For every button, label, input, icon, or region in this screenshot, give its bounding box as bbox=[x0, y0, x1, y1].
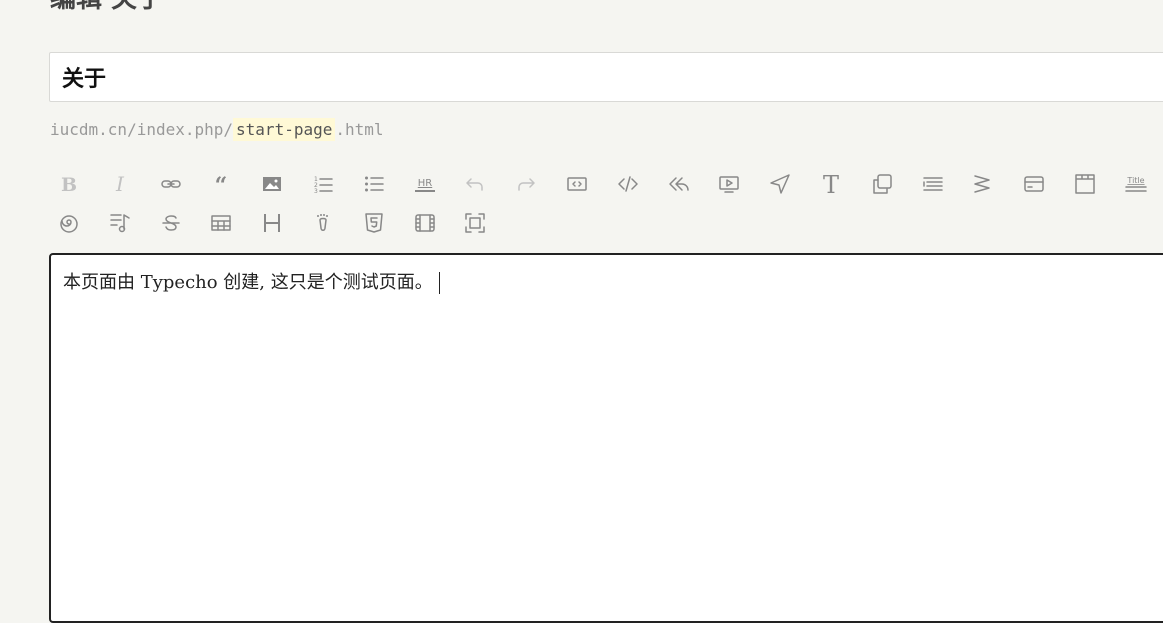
svg-text:T: T bbox=[823, 173, 839, 195]
footprint-button[interactable] bbox=[304, 207, 342, 239]
toolbar-row-2 bbox=[50, 207, 507, 239]
text-icon: T bbox=[820, 173, 842, 195]
editor-text: 本页面由 Typecho 创建, 这只是个测试页面。 bbox=[63, 272, 433, 293]
undo-icon bbox=[464, 173, 486, 195]
tabs-button[interactable] bbox=[1066, 168, 1104, 200]
tabs-icon bbox=[1074, 173, 1096, 195]
image-icon bbox=[261, 173, 283, 195]
table-icon bbox=[210, 212, 232, 234]
editor-content[interactable]: 本页面由 Typecho 创建, 这只是个测试页面。 bbox=[63, 268, 440, 294]
align-left-button[interactable] bbox=[914, 168, 952, 200]
permalink-prefix: iucdm.cn/index.php/ bbox=[50, 120, 234, 139]
heading-button[interactable] bbox=[253, 207, 291, 239]
html5-icon bbox=[363, 212, 385, 234]
svg-text:Title: Title bbox=[1126, 176, 1144, 185]
music-button[interactable] bbox=[101, 207, 139, 239]
footprint-icon bbox=[312, 212, 334, 234]
redo-icon bbox=[515, 173, 537, 195]
strikethrough-button[interactable] bbox=[152, 207, 190, 239]
ordered-list-icon: 123 bbox=[312, 173, 334, 195]
collapse-button[interactable] bbox=[964, 168, 1002, 200]
ordered-list-button[interactable]: 123 bbox=[304, 168, 342, 200]
reply-all-button[interactable] bbox=[660, 168, 698, 200]
align-left-icon bbox=[922, 173, 944, 195]
code-block-button[interactable] bbox=[558, 168, 596, 200]
page-title: 编辑 关于 bbox=[50, 0, 163, 15]
code-block-icon bbox=[566, 173, 588, 195]
video-button[interactable] bbox=[710, 168, 748, 200]
video-icon bbox=[718, 173, 740, 195]
title-button[interactable]: Title bbox=[1117, 168, 1155, 200]
table-button[interactable] bbox=[202, 207, 240, 239]
card-button[interactable] bbox=[1015, 168, 1053, 200]
bold-button[interactable]: B bbox=[50, 168, 88, 200]
svg-text:HR: HR bbox=[417, 178, 432, 189]
permalink-suffix: .html bbox=[335, 120, 384, 139]
title-input[interactable] bbox=[50, 53, 1163, 101]
title-field[interactable] bbox=[49, 52, 1163, 102]
spiral-icon bbox=[58, 212, 80, 234]
text-caret bbox=[438, 272, 440, 294]
redo-button[interactable] bbox=[507, 168, 545, 200]
fullscreen-icon bbox=[464, 212, 486, 234]
send-button[interactable] bbox=[761, 168, 799, 200]
collapse-icon bbox=[972, 173, 994, 195]
undo-button[interactable] bbox=[456, 168, 494, 200]
italic-icon: I bbox=[109, 173, 131, 195]
hr-icon: HR bbox=[414, 173, 436, 195]
svg-text:I: I bbox=[115, 173, 125, 195]
copy-icon bbox=[871, 173, 893, 195]
title-icon: Title bbox=[1124, 173, 1147, 195]
html5-button[interactable] bbox=[355, 207, 393, 239]
quote-button[interactable]: “ bbox=[202, 168, 240, 200]
text-button[interactable]: T bbox=[812, 168, 850, 200]
fullscreen-button[interactable] bbox=[456, 207, 494, 239]
image-button[interactable] bbox=[253, 168, 291, 200]
link-icon bbox=[160, 173, 182, 195]
unordered-list-button[interactable] bbox=[355, 168, 393, 200]
italic-button[interactable]: I bbox=[101, 168, 139, 200]
unordered-list-icon bbox=[363, 173, 385, 195]
editor[interactable]: 本页面由 Typecho 创建, 这只是个测试页面。 bbox=[49, 253, 1163, 623]
film-button[interactable] bbox=[406, 207, 444, 239]
quote-icon: “ bbox=[210, 173, 232, 195]
reply-all-icon bbox=[668, 173, 690, 195]
spiral-button[interactable] bbox=[50, 207, 88, 239]
link-button[interactable] bbox=[152, 168, 190, 200]
svg-text:B: B bbox=[61, 174, 77, 195]
strikethrough-icon bbox=[160, 212, 182, 234]
film-icon bbox=[414, 212, 436, 234]
heading-icon bbox=[261, 212, 283, 234]
toolbar-row-1: B I “ 1 2 3 HR T Title bbox=[50, 168, 1163, 200]
send-icon bbox=[769, 173, 791, 195]
copy-button[interactable] bbox=[863, 168, 901, 200]
card-icon bbox=[1023, 173, 1045, 195]
bold-icon: B bbox=[58, 173, 80, 195]
svg-text:3: 3 bbox=[314, 188, 318, 195]
music-icon bbox=[109, 212, 131, 234]
code-button[interactable] bbox=[609, 168, 647, 200]
permalink: iucdm.cn/index.php/start-page .html bbox=[50, 117, 384, 143]
code-icon bbox=[617, 173, 639, 195]
permalink-slug[interactable]: start-page bbox=[233, 118, 336, 141]
hr-button[interactable]: HR bbox=[406, 168, 444, 200]
svg-text:“: “ bbox=[215, 173, 228, 195]
